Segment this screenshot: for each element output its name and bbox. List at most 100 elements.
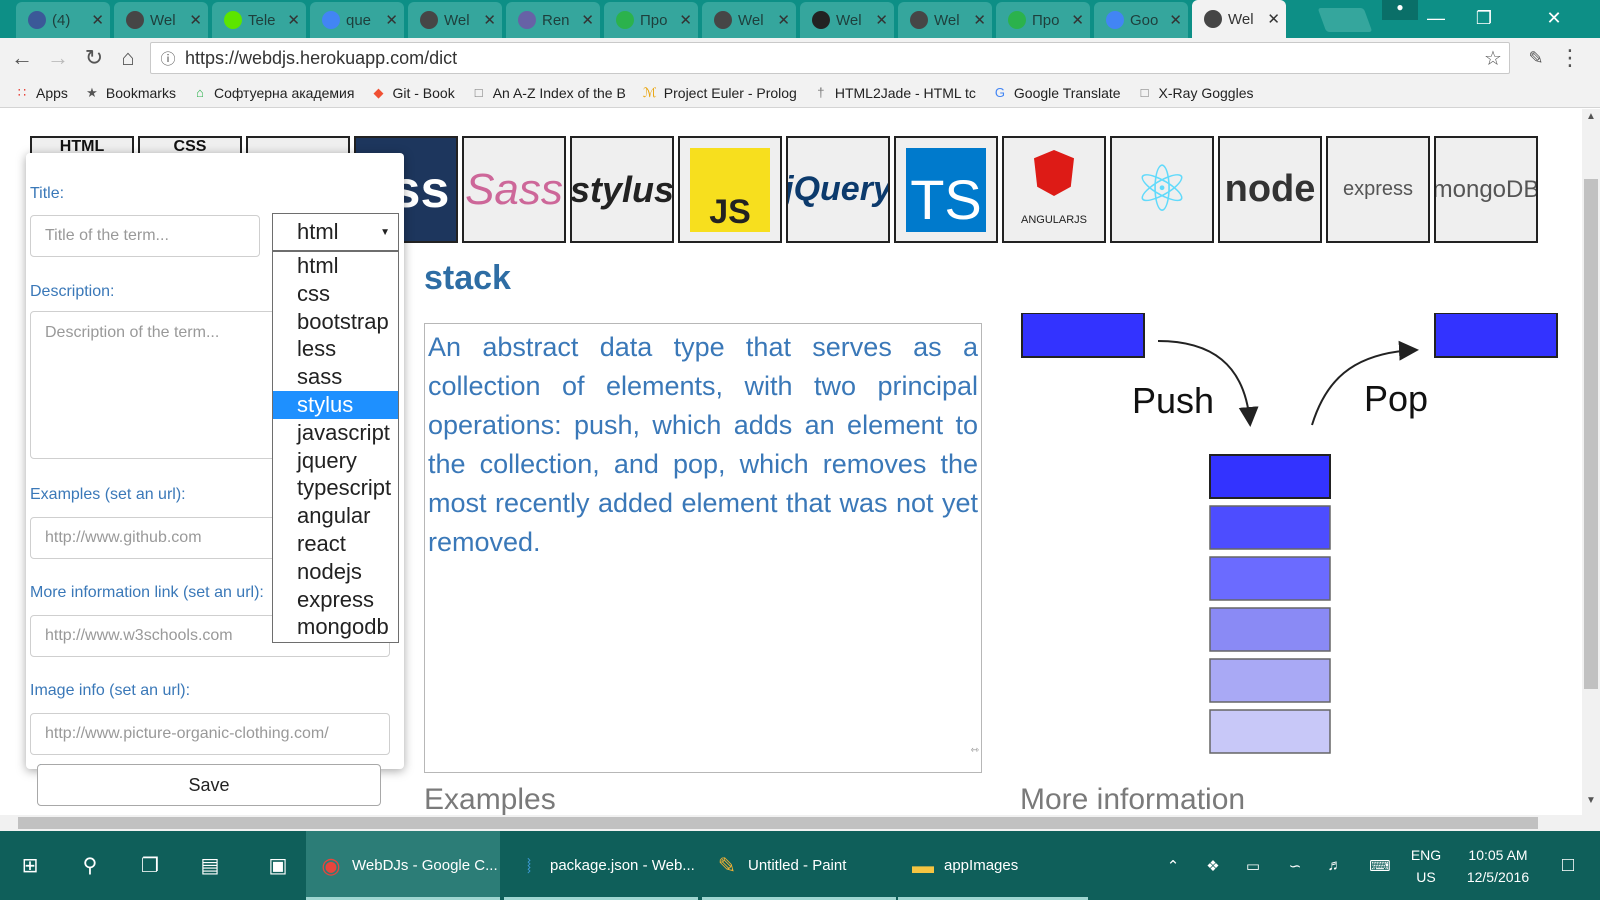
windows-start-icon[interactable]: ⊞ <box>6 839 54 891</box>
category-option[interactable]: angular <box>273 502 398 530</box>
close-window-icon[interactable]: ✕ <box>1530 0 1578 36</box>
address-bar[interactable]: ⓘ https://webdjs.herokuapp.com/dict ☆ <box>150 42 1510 74</box>
tab-close-icon[interactable]: ✕ <box>1267 10 1280 28</box>
wifi-icon[interactable]: ∽ <box>1280 831 1310 900</box>
menu-icon[interactable]: ⋮ <box>1556 44 1584 72</box>
tab-close-icon[interactable]: ✕ <box>875 11 888 29</box>
bookmark-item[interactable]: ∷ Apps <box>14 85 68 101</box>
tab-close-icon[interactable]: ✕ <box>679 11 692 29</box>
task-view-icon[interactable]: ❐ <box>126 839 174 891</box>
taskbar-app-button[interactable]: ◉ WebDJs - Google C... <box>306 831 500 900</box>
image-input[interactable]: http://www.picture-organic-clothing.com/ <box>30 713 390 755</box>
browser-tab[interactable]: que ✕ <box>310 2 404 38</box>
terminal-app-icon[interactable]: ▤ <box>186 839 234 891</box>
tab-close-icon[interactable]: ✕ <box>1071 11 1084 29</box>
keyboard-icon[interactable]: ⌨ <box>1360 831 1400 900</box>
url-text[interactable]: https://webdjs.herokuapp.com/dict <box>185 48 1477 69</box>
category-option[interactable]: less <box>273 335 398 363</box>
bookmark-item[interactable]: □ X-Ray Goggles <box>1137 85 1254 101</box>
category-option[interactable]: react <box>273 530 398 558</box>
category-option[interactable]: bootstrap <box>273 308 398 336</box>
eyedropper-extension-icon[interactable]: ✎ <box>1522 44 1550 72</box>
taskbar-app-button[interactable]: ✎ Untitled - Paint <box>702 831 896 900</box>
scroll-down-icon[interactable]: ▼ <box>1582 795 1600 806</box>
tab-close-icon[interactable]: ✕ <box>287 11 300 29</box>
category-option[interactable]: express <box>273 586 398 614</box>
horizontal-scroll-thumb[interactable] <box>18 817 1538 829</box>
volume-icon[interactable]: ♬ <box>1320 831 1350 900</box>
tab-close-icon[interactable]: ✕ <box>581 11 594 29</box>
tab-close-icon[interactable]: ✕ <box>91 11 104 29</box>
taskbar-app-button[interactable]: ⧘ package.json - Web... <box>504 831 698 900</box>
file-explorer-app-icon[interactable]: ▣ <box>254 839 302 891</box>
info-icon[interactable]: ⓘ <box>151 48 185 69</box>
tab-close-icon[interactable]: ✕ <box>189 11 202 29</box>
bookmark-item[interactable]: ℳ Project Euler - Prolog <box>642 85 797 101</box>
browser-tab[interactable]: Wel ✕ <box>898 2 992 38</box>
browser-tab[interactable]: Wel ✕ <box>1192 0 1286 38</box>
jquery-icon[interactable]: jQuery <box>786 136 890 243</box>
resize-grip-icon[interactable]: ⇿ <box>971 731 979 770</box>
tab-close-icon[interactable]: ✕ <box>777 11 790 29</box>
dropbox-icon[interactable]: ❖ <box>1198 831 1228 900</box>
react-icon[interactable]: ⚛ <box>1110 136 1214 243</box>
new-tab-button[interactable] <box>1317 8 1373 32</box>
angular-icon[interactable]: ANGULARJS <box>1002 136 1106 243</box>
browser-tab[interactable]: Wel ✕ <box>114 2 208 38</box>
clock[interactable]: 10:05 AM 12/5/2016 <box>1456 831 1540 900</box>
bookmark-item[interactable]: G Google Translate <box>992 85 1121 101</box>
category-option[interactable]: mongodb <box>273 613 398 641</box>
save-button[interactable]: Save <box>37 764 381 806</box>
scroll-up-icon[interactable]: ▲ <box>1582 111 1600 122</box>
category-option[interactable]: css <box>273 280 398 308</box>
vertical-scrollbar[interactable]: ▲ ▼ <box>1582 109 1600 831</box>
forward-icon[interactable]: → <box>44 44 72 72</box>
browser-tab[interactable]: Про ✕ <box>996 2 1090 38</box>
title-input[interactable]: Title of the term... <box>30 215 260 257</box>
tab-close-icon[interactable]: ✕ <box>973 11 986 29</box>
express-icon[interactable]: express <box>1326 136 1430 243</box>
category-option[interactable]: jquery <box>273 447 398 475</box>
reload-icon[interactable]: ↻ <box>80 44 108 72</box>
restore-icon[interactable]: ❐ <box>1460 0 1508 36</box>
browser-tab[interactable]: Ren ✕ <box>506 2 600 38</box>
bookmark-item[interactable]: □ An A-Z Index of the B <box>471 85 626 101</box>
nodejs-icon[interactable]: node <box>1218 136 1322 243</box>
sass-icon[interactable]: Sass <box>462 136 566 243</box>
vertical-scroll-thumb[interactable] <box>1584 179 1598 689</box>
category-option[interactable]: html <box>273 252 398 280</box>
action-center-icon[interactable]: □ <box>1548 831 1588 900</box>
stylus-icon[interactable]: stylus <box>570 136 674 243</box>
tray-expand-icon[interactable]: ⌃ <box>1158 831 1188 900</box>
back-icon[interactable]: ← <box>8 44 36 72</box>
category-option[interactable]: stylus <box>273 390 398 419</box>
category-option[interactable]: nodejs <box>273 558 398 586</box>
bookmark-item[interactable]: ★ Bookmarks <box>84 85 176 101</box>
bookmark-item[interactable]: † HTML2Jade - HTML tc <box>813 85 976 101</box>
category-option[interactable]: sass <box>273 363 398 391</box>
category-option[interactable]: typescript <box>273 474 398 502</box>
mongodb-icon[interactable]: mongoDB <box>1434 136 1538 243</box>
search-icon[interactable]: ⚲ <box>66 839 114 891</box>
javascript-icon[interactable]: JS <box>678 136 782 243</box>
battery-icon[interactable]: ▭ <box>1238 831 1268 900</box>
typescript-icon[interactable]: TS <box>894 136 998 243</box>
language-indicator[interactable]: ENG US <box>1404 831 1448 900</box>
browser-tab[interactable]: (4) ✕ <box>16 2 110 38</box>
browser-tab[interactable]: Goo ✕ <box>1094 2 1188 38</box>
tab-close-icon[interactable]: ✕ <box>1169 11 1182 29</box>
browser-tab[interactable]: Wel ✕ <box>408 2 502 38</box>
minimize-icon[interactable]: — <box>1412 0 1460 36</box>
bookmark-item[interactable]: ◆ Git - Book <box>370 85 454 101</box>
browser-tab[interactable]: Tele ✕ <box>212 2 306 38</box>
category-select[interactable]: html ▼ <box>272 213 399 251</box>
horizontal-scrollbar[interactable] <box>0 815 1582 831</box>
home-icon[interactable]: ⌂ <box>114 44 142 72</box>
tab-close-icon[interactable]: ✕ <box>385 11 398 29</box>
bookmark-star-icon[interactable]: ☆ <box>1477 46 1509 71</box>
bookmark-item[interactable]: ⌂ Софтуерна академия <box>192 85 354 101</box>
taskbar-app-button[interactable]: ▬ appImages <box>898 831 1088 900</box>
browser-tab[interactable]: Про ✕ <box>604 2 698 38</box>
browser-tab[interactable]: Wel ✕ <box>702 2 796 38</box>
tab-close-icon[interactable]: ✕ <box>483 11 496 29</box>
